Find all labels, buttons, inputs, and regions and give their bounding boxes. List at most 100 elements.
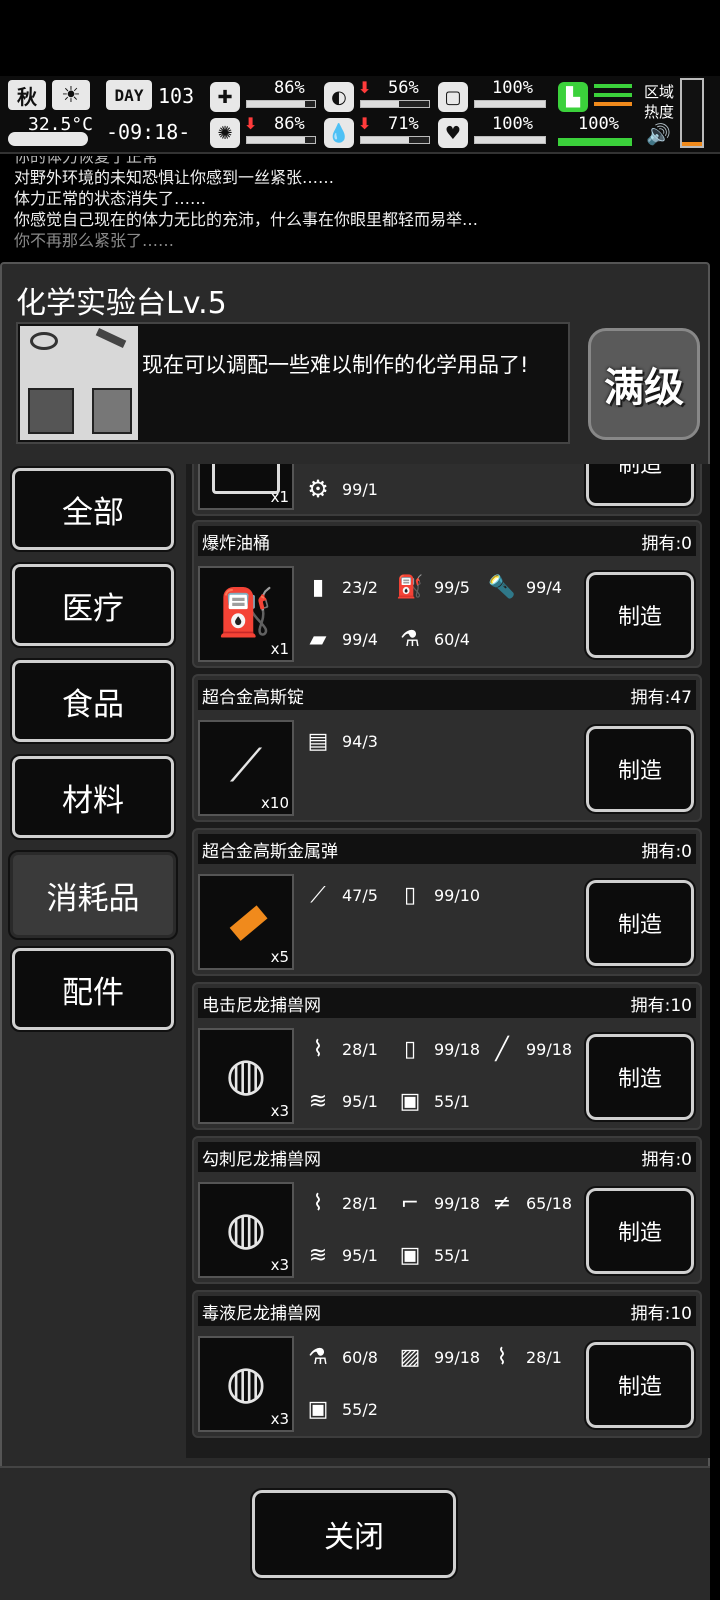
stomach-value: 56% bbox=[388, 78, 419, 98]
glue-bottle-icon: ▣ bbox=[307, 1396, 329, 1422]
ingredient-amount: 55/2 bbox=[342, 1399, 378, 1419]
recipe-header: 勾刺尼龙捕兽网 拥有:0 bbox=[198, 1142, 696, 1172]
torch-icon: 🔦 bbox=[488, 574, 516, 600]
thirst-bar bbox=[360, 136, 430, 144]
ingredient: 🔦 99/4 bbox=[488, 572, 562, 602]
recipe-thumbnail: ▬ x5 bbox=[198, 874, 294, 970]
recipe-thumbnail: ◍ x3 bbox=[198, 1336, 294, 1432]
gauss-ingot-icon: ⟋ bbox=[310, 882, 326, 908]
recipe-header: 超合金高斯锭 拥有:47 bbox=[198, 680, 696, 710]
panel-footer: 关闭 bbox=[0, 1466, 710, 1600]
category-consumables[interactable]: 消耗品 bbox=[8, 850, 178, 940]
ingredient: ▨ 99/18 bbox=[396, 1342, 481, 1372]
day-number: 103 bbox=[158, 84, 195, 108]
thirst-value: 71% bbox=[388, 114, 419, 134]
thirst-down-arrow-icon: ⬇ bbox=[358, 114, 372, 133]
ingredient: ▤ 94/3 bbox=[304, 726, 378, 756]
ingredient: ⚙ 99/1 bbox=[304, 474, 378, 504]
recipe-name: 勾刺尼龙捕兽网 bbox=[202, 1149, 321, 1170]
ingredient: ≋ 95/1 bbox=[304, 1240, 378, 1270]
recipe-list[interactable]: x1 ⚙ 99/1 制造 爆炸油桶 拥有:0 ⛽ x1 ▮ 23/2 ⛽ 99/5 🔦 99/4 ▰… bbox=[186, 464, 710, 1458]
heart-bar bbox=[474, 136, 546, 144]
fertilizer-bag-icon: ▨ bbox=[399, 1344, 421, 1370]
scrap-metal-icon: ≠ bbox=[492, 1190, 512, 1216]
medkit-icon: ✚ bbox=[210, 82, 240, 112]
ingredient-amount: 95/1 bbox=[342, 1091, 378, 1111]
rope-icon: ≋ bbox=[308, 1088, 328, 1114]
ingredient-amount: 99/18 bbox=[434, 1347, 481, 1367]
max-level-badge: 满级 bbox=[588, 328, 700, 440]
cloth-roll-icon: ⌇ bbox=[496, 1344, 508, 1370]
barrel-icon: ▮ bbox=[311, 574, 325, 600]
make-button[interactable]: 制造 bbox=[584, 1032, 696, 1122]
category-all[interactable]: 全部 bbox=[10, 466, 176, 552]
stomach-icon: ◐ bbox=[324, 82, 354, 112]
make-button[interactable]: 制造 bbox=[584, 1186, 696, 1276]
ingredient-amount: 60/8 bbox=[342, 1347, 378, 1367]
make-button[interactable]: 制造 bbox=[584, 1340, 696, 1430]
owned-count: 拥有:10 bbox=[630, 1303, 692, 1324]
flask-icon: ⚗ bbox=[308, 1344, 328, 1370]
water-drop-icon: 💧 bbox=[324, 118, 354, 148]
log-line: 体力正常的状态消失了…… bbox=[14, 189, 207, 208]
make-button[interactable]: 制造 bbox=[584, 878, 696, 968]
category-accessories[interactable]: 配件 bbox=[10, 946, 176, 1032]
pipe-icon: ⌐ bbox=[400, 1190, 420, 1216]
ingredient-amount: 28/1 bbox=[342, 1193, 378, 1213]
station-description: 现在可以调配一些难以制作的化学用品了! bbox=[142, 353, 529, 377]
recipe-card: 勾刺尼龙捕兽网 拥有:0 ◍ x3 ⌇ 28/1 ⌐ 99/18 ≠ 65/18 ≋ 95/1 ▣ 55/… bbox=[192, 1136, 702, 1284]
oil-barrel-icon: ⛽ bbox=[217, 584, 275, 639]
close-button[interactable]: 关闭 bbox=[250, 1488, 458, 1580]
ingredient-amount: 99/18 bbox=[434, 1039, 481, 1059]
ingredient: ▯ 99/10 bbox=[396, 880, 480, 910]
ingredient: ╱ 99/18 bbox=[488, 1034, 572, 1064]
panel-title: 化学实验台Lv.5 bbox=[16, 286, 227, 321]
ingredient-amount: 99/18 bbox=[434, 1193, 481, 1213]
recipe-card: 毒液尼龙捕兽网 拥有:10 ◍ x3 ⚗ 60/8 ▨ 99/18 ⌇ 28/1 ▣ 55/2 制造 bbox=[192, 1290, 702, 1438]
recipe-card-partial: x1 ⚙ 99/1 制造 bbox=[192, 464, 702, 516]
make-button[interactable]: 制造 bbox=[584, 464, 696, 508]
yield-quantity: x3 bbox=[270, 1410, 289, 1428]
cloth-roll-icon: ⌇ bbox=[312, 1036, 324, 1062]
speaker-icon[interactable]: 🔊 bbox=[646, 122, 671, 146]
ingredient-amount: 55/1 bbox=[434, 1091, 470, 1111]
ingredient: ▣ 55/1 bbox=[396, 1240, 470, 1270]
event-log: 你的体力恢复了正常 对野外环境的未知恐惧让你感到一丝紧张…… 体力正常的状态消失… bbox=[0, 156, 720, 256]
recipe-thumbnail: x1 bbox=[198, 464, 294, 510]
recipe-thumbnail: ◍ x3 bbox=[198, 1028, 294, 1124]
ingredient: ▣ 55/1 bbox=[396, 1086, 470, 1116]
ingredient: ▣ 55/2 bbox=[304, 1394, 378, 1424]
yield-quantity: x5 bbox=[270, 948, 289, 966]
recipe-name: 毒液尼龙捕兽网 bbox=[202, 1303, 321, 1324]
ingredient: ⌇ 28/1 bbox=[304, 1034, 378, 1064]
recipe-name: 爆炸油桶 bbox=[202, 533, 270, 554]
lab-bench-image bbox=[20, 326, 138, 440]
battery-icon: ▯ bbox=[403, 882, 417, 908]
region-heat-meter bbox=[680, 78, 704, 148]
ingredient: ≠ 65/18 bbox=[488, 1188, 572, 1218]
flask-icon: ⚗ bbox=[400, 626, 420, 652]
ingredient: ▰ 99/4 bbox=[304, 624, 378, 654]
rope-icon: ≋ bbox=[308, 1242, 328, 1268]
category-medical[interactable]: 医疗 bbox=[10, 562, 176, 648]
mind-bar bbox=[246, 136, 316, 144]
stomach-bar bbox=[360, 100, 430, 108]
ingredient: ⌇ 28/1 bbox=[304, 1188, 378, 1218]
ingredient: ≋ 95/1 bbox=[304, 1086, 378, 1116]
make-button[interactable]: 制造 bbox=[584, 570, 696, 660]
ingredient-amount: 99/18 bbox=[526, 1039, 573, 1059]
alloy-sheet-icon: ▤ bbox=[307, 728, 329, 754]
owned-count: 拥有:0 bbox=[641, 841, 692, 862]
yield-quantity: x3 bbox=[270, 1256, 289, 1274]
station-description-box: 现在可以调配一些难以制作的化学用品了! bbox=[16, 322, 570, 444]
make-button[interactable]: 制造 bbox=[584, 724, 696, 814]
owned-count: 拥有:47 bbox=[630, 687, 692, 708]
glue-bottle-icon: ▣ bbox=[399, 1242, 421, 1268]
ingredient: ▯ 99/18 bbox=[396, 1034, 480, 1064]
brain-icon: ✺ bbox=[210, 118, 240, 148]
hook-net-icon: ◍ bbox=[225, 1201, 267, 1255]
heart-value: 100% bbox=[492, 114, 533, 134]
category-materials[interactable]: 材料 bbox=[10, 754, 176, 840]
category-food[interactable]: 食品 bbox=[10, 658, 176, 744]
boot-icon: ▙ bbox=[558, 82, 588, 112]
